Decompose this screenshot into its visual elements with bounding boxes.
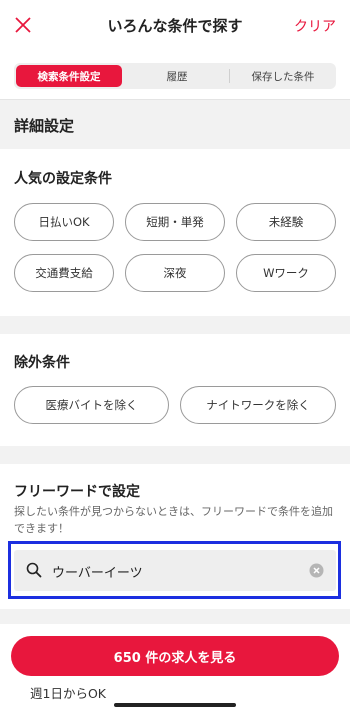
chip-no-experience[interactable]: 未経験 bbox=[236, 203, 336, 241]
chip-double-work[interactable]: Wワーク bbox=[236, 254, 336, 292]
chip-daily-pay[interactable]: 日払いOK bbox=[14, 203, 114, 241]
chip-exclude-medical[interactable]: 医療バイトを除く bbox=[14, 386, 169, 424]
search-icon bbox=[26, 562, 42, 578]
clear-button[interactable]: クリア bbox=[294, 16, 336, 36]
details-title: 詳細設定 bbox=[14, 117, 75, 135]
freeword-search-field[interactable]: ウーバーイーツ bbox=[14, 550, 336, 591]
freeword-title: フリーワードで設定 bbox=[14, 484, 140, 500]
tab-search-conditions[interactable]: 検索条件設定 bbox=[16, 65, 122, 87]
tab-saved-conditions[interactable]: 保存した条件 bbox=[230, 63, 336, 89]
chip-short-term[interactable]: 短期・単発 bbox=[125, 203, 225, 241]
chip-transport-paid[interactable]: 交通費支給 bbox=[14, 254, 114, 292]
close-icon[interactable] bbox=[12, 14, 34, 36]
details-section-header: 詳細設定 bbox=[0, 101, 350, 148]
chip-exclude-nightwork[interactable]: ナイトワークを除く bbox=[180, 386, 336, 424]
popular-conditions-panel: 人気の設定条件 日払いOK 短期・単発 未経験 交通費支給 深夜 Wワーク bbox=[0, 149, 350, 316]
exclusion-panel: 除外条件 医療バイトを除く ナイトワークを除く bbox=[0, 334, 350, 446]
tab-history[interactable]: 履歴 bbox=[124, 63, 230, 89]
tabs-container: 検索条件設定 履歴 保存した条件 bbox=[0, 50, 350, 100]
chip-late-night[interactable]: 深夜 bbox=[125, 254, 225, 292]
freeword-description: 探したい条件が見つからないときは、フリーワードで条件を追加できます！ bbox=[14, 505, 333, 535]
home-indicator bbox=[114, 703, 236, 707]
peek-text: 週1日からOK bbox=[30, 686, 106, 701]
view-jobs-button[interactable]: 650 件の求人を見る bbox=[11, 636, 339, 676]
header-bar: いろんな条件で探す クリア bbox=[0, 0, 350, 50]
segmented-tabs: 検索条件設定 履歴 保存した条件 bbox=[14, 63, 336, 89]
exclusion-title: 除外条件 bbox=[14, 355, 70, 371]
clear-input-icon[interactable] bbox=[309, 563, 324, 578]
search-input-value[interactable]: ウーバーイーツ bbox=[52, 562, 143, 581]
popular-title: 人気の設定条件 bbox=[14, 171, 112, 187]
